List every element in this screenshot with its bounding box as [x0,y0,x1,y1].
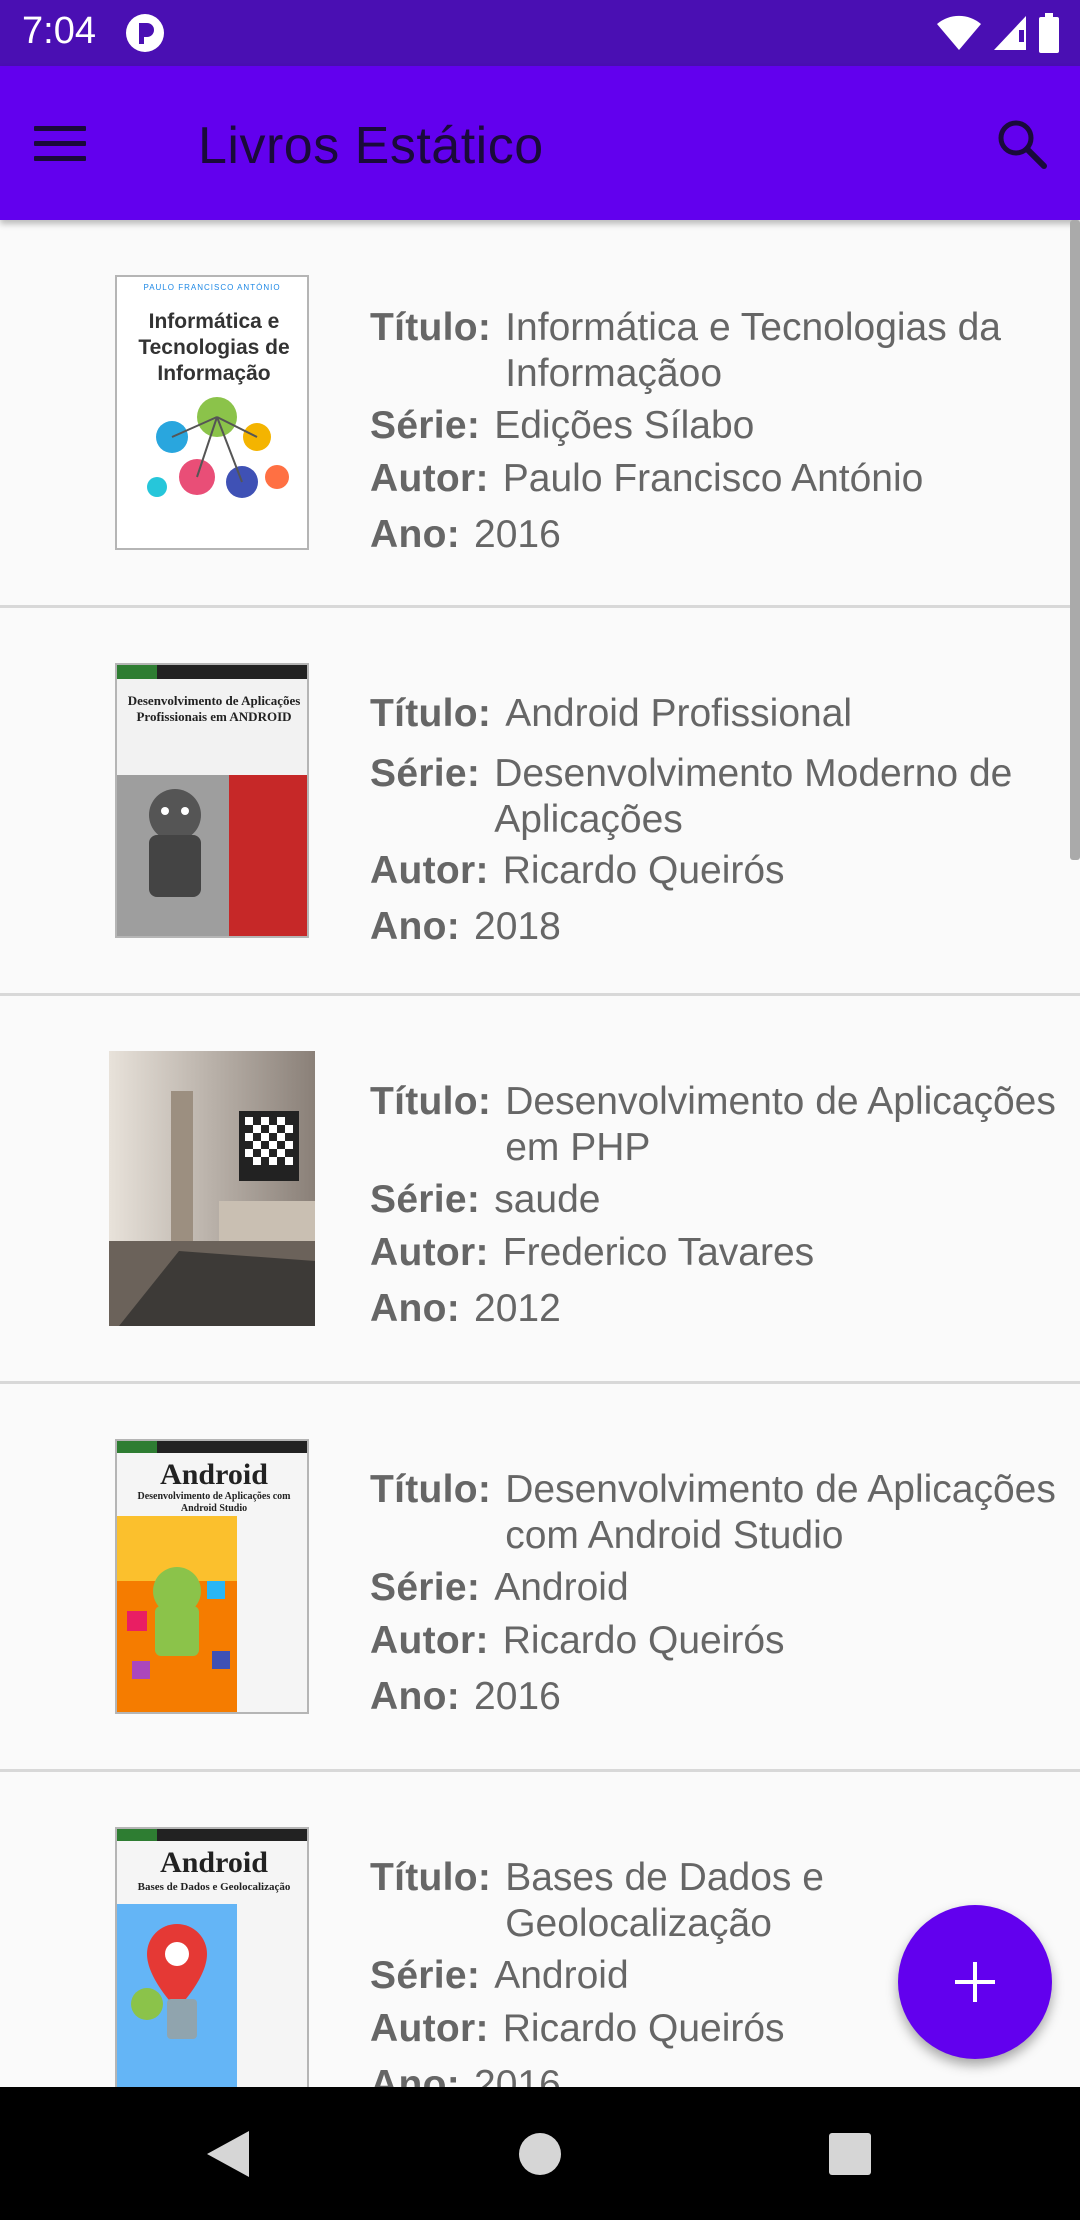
autor-value: Ricardo Queirós [502,2007,785,2050]
titulo-value: Desenvolvimento de Aplicações em PHP [505,1080,1056,1169]
titulo-row: Título: Informática e Tecnologias da Info… [370,305,1070,397]
serie-row: Série: Desenvolvimento Moderno de Aplicaç… [370,751,1070,843]
titulo-row: Título: Android Profissional [370,691,852,737]
serie-label: Série: [370,1954,481,1997]
status-icons [936,12,1060,54]
book-list[interactable]: PAULO FRANCISCO ANTÓNIO Informática e Te… [0,220,1080,2087]
cover-title-text: Desenvolvimento de Aplicações Profission… [127,693,301,724]
recents-icon[interactable] [815,2119,885,2189]
titulo-row: Título: Desenvolvimento de Aplicações com… [370,1467,1070,1559]
autor-value: Frederico Tavares [502,1231,815,1274]
autor-row: Autor: Ricardo Queirós [370,1618,785,1664]
list-item[interactable]: Desenvolvimento de Aplicações Profission… [0,608,1080,996]
list-item[interactable]: PAULO FRANCISCO ANTÓNIO Informática e Te… [0,220,1080,608]
serie-label: Série: [370,1566,481,1609]
cover-author-text: PAULO FRANCISCO ANTÓNIO [143,283,281,292]
ano-row: Ano: 2016 [370,512,561,558]
ano-label: Ano: [370,905,460,948]
cover-title-text: Android [160,1458,268,1491]
serie-value: saude [494,1178,601,1221]
serie-value: Android [494,1566,629,1609]
ano-label: Ano: [370,2063,460,2087]
ano-row: Ano: 2016 [370,2062,561,2087]
app-bar: Livros Estático [0,66,1080,220]
system-navigation-bar [0,2087,1080,2220]
titulo-label: Título: [370,306,492,349]
titulo-value: Desenvolvimento de Aplicações com Androi… [505,1468,1056,1557]
autor-label: Autor: [370,457,489,500]
serie-row: Série: saude [370,1177,600,1223]
autor-row: Autor: Paulo Francisco António [370,456,923,502]
ano-label: Ano: [370,1675,460,1718]
autor-label: Autor: [370,1231,489,1274]
status-bar: 7:04 [0,0,1080,66]
list-item[interactable]: Android Desenvolvimento de Aplicações co… [0,1384,1080,1772]
app-notification-icon [126,14,164,52]
serie-value: Android [494,1954,629,1997]
cell-signal-icon [994,16,1026,50]
book-cover-image: PAULO FRANCISCO ANTÓNIO Informática e Te… [115,275,309,550]
serie-row: Série: Android [370,1953,629,1999]
cover-subtitle-text: Desenvolvimento de Aplicações com Androi… [137,1491,291,1514]
book-cover-image: Android Bases de Dados e Geolocalização [115,1827,309,2087]
serie-label: Série: [370,752,481,795]
back-icon[interactable] [193,2119,263,2189]
titulo-label: Título: [370,1080,492,1123]
titulo-value: Android Profissional [505,692,853,735]
autor-label: Autor: [370,2007,489,2050]
ano-value: 2016 [474,513,561,556]
titulo-label: Título: [370,1468,492,1511]
ano-value: 2016 [474,2063,561,2087]
wifi-icon [937,15,981,50]
autor-row: Autor: Frederico Tavares [370,1230,814,1276]
ano-value: 2016 [474,1675,561,1718]
titulo-label: Título: [370,692,492,735]
add-icon [955,1962,995,2002]
ano-value: 2012 [474,1287,561,1330]
autor-label: Autor: [370,849,489,892]
autor-value: Paulo Francisco António [502,457,924,500]
menu-icon[interactable] [28,111,92,175]
battery-icon [1039,13,1059,53]
status-time: 7:04 [22,10,96,52]
autor-value: Ricardo Queirós [502,1619,785,1662]
serie-label: Série: [370,404,481,447]
book-cover-image: Desenvolvimento de Aplicações Profission… [115,663,309,938]
serie-label: Série: [370,1178,481,1221]
page-title: Livros Estático [198,117,544,175]
cover-title-text: Android [160,1846,268,1879]
serie-row: Série: Android [370,1565,629,1611]
autor-row: Autor: Ricardo Queirós [370,2006,785,2052]
titulo-row: Título: Desenvolvimento de Aplicações em … [370,1079,1070,1171]
autor-row: Autor: Ricardo Queirós [370,848,785,894]
ano-row: Ano: 2018 [370,904,561,950]
ano-row: Ano: 2016 [370,1674,561,1720]
titulo-value: Informática e Tecnologias da Informaçãoo [505,306,1001,395]
serie-row: Série: Edições Sílabo [370,403,754,449]
titulo-label: Título: [370,1856,492,1899]
ano-row: Ano: 2012 [370,1286,561,1332]
serie-value: Edições Sílabo [494,404,755,447]
cover-subtitle-text: Bases de Dados e Geolocalização [137,1881,291,1893]
book-cover-image: Android Desenvolvimento de Aplicações co… [115,1439,309,1714]
add-book-button[interactable] [898,1905,1052,2059]
search-icon[interactable] [988,110,1054,176]
ano-label: Ano: [370,1287,460,1330]
autor-label: Autor: [370,1619,489,1662]
home-icon[interactable] [505,2119,575,2189]
ano-label: Ano: [370,513,460,556]
autor-value: Ricardo Queirós [502,849,785,892]
cover-title-text: Informática e Tecnologias de Informação [138,310,290,385]
book-cover-image [109,1051,315,1326]
scrollbar[interactable] [1070,220,1080,860]
serie-value: Desenvolvimento Moderno de Aplicações [494,752,1013,841]
list-item[interactable]: Título: Desenvolvimento de Aplicações em … [0,996,1080,1384]
ano-value: 2018 [474,905,561,948]
